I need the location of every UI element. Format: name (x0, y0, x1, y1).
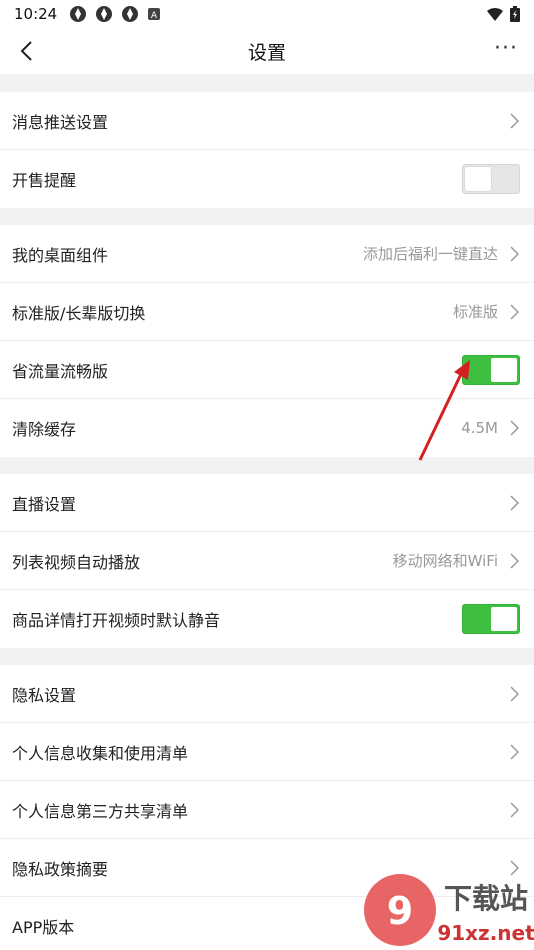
toggle-knob (465, 167, 491, 191)
settings-row-label: 直播设置 (12, 494, 77, 514)
app-badge-icon (96, 6, 113, 22)
toggle-switch[interactable] (462, 604, 520, 634)
app-badge-icon (70, 6, 87, 22)
settings-row[interactable]: 清除缓存 4.5M (0, 399, 534, 457)
settings-row-value: 移动网络和WiFi (392, 552, 498, 570)
wifi-icon (487, 7, 503, 21)
chevron-right-icon (508, 859, 520, 877)
settings-row-label: 个人信息第三方共享清单 (12, 801, 189, 821)
font-a-icon: A (148, 8, 161, 21)
chevron-right-icon (508, 303, 520, 321)
header-bar: 设置 ··· (0, 28, 534, 74)
settings-row[interactable]: 直播设置 (0, 474, 534, 532)
settings-row-value: 添加后福利一键直达 (362, 245, 498, 263)
settings-row[interactable]: 隐私政策摘要 (0, 839, 534, 897)
settings-row[interactable]: 省流量流畅版 (0, 341, 534, 399)
settings-row-label: 隐私设置 (12, 685, 77, 705)
settings-row-value: 4.5M (461, 419, 498, 437)
chevron-right-icon (508, 419, 520, 437)
settings-row-label: 标准版/长辈版切换 (12, 303, 146, 323)
settings-row-label: 隐私政策摘要 (12, 859, 109, 879)
chevron-right-icon (508, 552, 520, 570)
section-divider (0, 208, 534, 225)
settings-row-label: 个人信息收集和使用清单 (12, 743, 189, 763)
settings-row-label: 消息推送设置 (12, 112, 109, 132)
toggle-switch[interactable] (462, 164, 520, 194)
settings-row-label: 列表视频自动播放 (12, 552, 141, 572)
settings-row[interactable]: 商品详情打开视频时默认静音 (0, 590, 534, 648)
settings-row[interactable]: 我的桌面组件 添加后福利一键直达 (0, 225, 534, 283)
back-arrow-icon (20, 41, 32, 61)
section-divider (0, 648, 534, 665)
back-button[interactable] (12, 37, 40, 65)
settings-list: 消息推送设置 开售提醒我的桌面组件 添加后福利一键直达标准版/长辈版切换 标准版省流量… (0, 74, 534, 950)
section-divider (0, 457, 534, 474)
settings-row-label: 商品详情打开视频时默认静音 (12, 611, 221, 630)
status-right (486, 6, 520, 22)
settings-row-value: 标准版 (452, 303, 498, 321)
settings-row[interactable]: 个人信息第三方共享清单 (0, 781, 534, 839)
chevron-right-icon (508, 801, 520, 819)
notification-icons: A (69, 5, 161, 23)
chevron-right-icon (508, 245, 520, 263)
settings-row-label: 清除缓存 (12, 420, 77, 439)
toggle-knob (491, 607, 517, 631)
settings-row-label: 省流量流畅版 (12, 361, 109, 381)
toggle-knob (491, 357, 517, 382)
svg-text:A: A (151, 11, 158, 21)
settings-row[interactable]: 开售提醒 (0, 150, 534, 208)
page-title: 设置 (247, 41, 286, 64)
app-badge-icon (122, 6, 139, 22)
settings-row[interactable]: 消息推送设置 (0, 92, 534, 150)
settings-row-label: 我的桌面组件 (12, 245, 109, 265)
settings-row[interactable]: 列表视频自动播放 移动网络和WiFi (0, 532, 534, 590)
settings-row[interactable]: 隐私设置 (0, 665, 534, 723)
settings-row[interactable]: 标准版/长辈版切换 标准版 (0, 283, 534, 341)
section-divider (0, 74, 534, 92)
chevron-right-icon (508, 685, 520, 703)
chevron-right-icon (508, 112, 520, 130)
chevron-right-icon (508, 743, 520, 761)
more-menu-button[interactable]: ··· (494, 36, 518, 61)
battery-icon (510, 6, 520, 22)
status-time: 10:24 (14, 5, 58, 23)
settings-row-label: 开售提醒 (12, 171, 77, 190)
settings-row-label: APP版本 (12, 918, 75, 937)
chevron-right-icon (508, 494, 520, 512)
toggle-switch[interactable] (462, 354, 520, 385)
settings-row[interactable]: 个人信息收集和使用清单 (0, 723, 534, 781)
settings-row[interactable]: APP版本 (0, 897, 534, 950)
status-bar: 10:24 A (0, 0, 534, 28)
